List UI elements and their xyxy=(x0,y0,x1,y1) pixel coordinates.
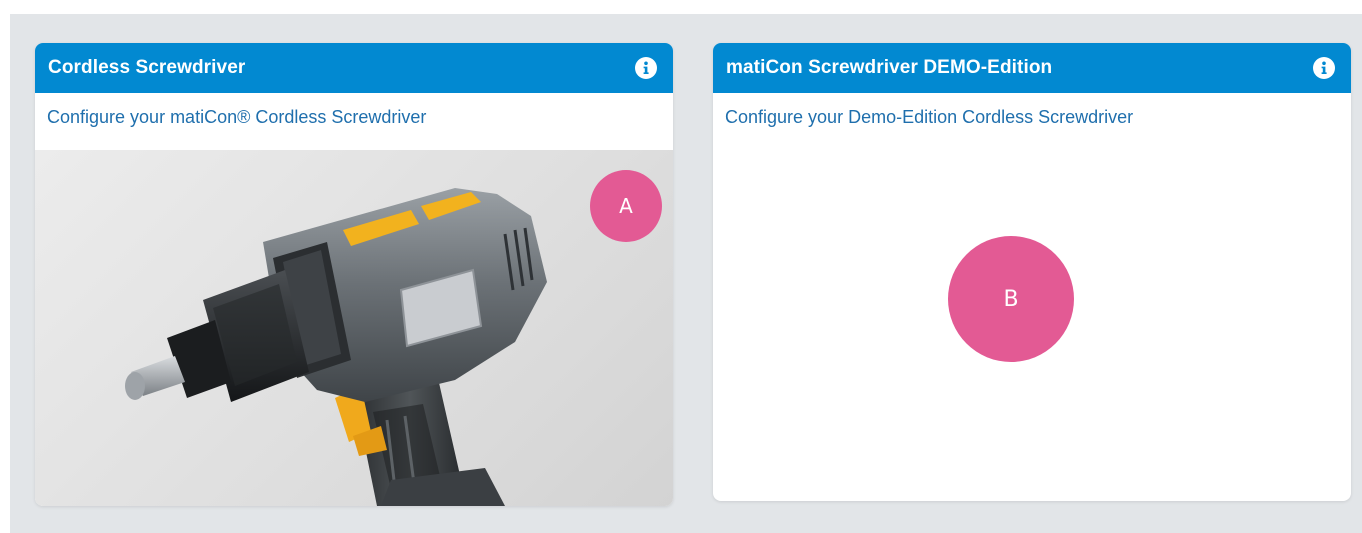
cordless-screwdriver-image xyxy=(35,150,673,506)
card-header: matiCon Screwdriver DEMO-Edition xyxy=(713,43,1351,93)
product-card-demo-edition[interactable]: matiCon Screwdriver DEMO-Edition Configu… xyxy=(713,43,1351,501)
card-subtitle: Configure your matiCon® Cordless Screwdr… xyxy=(47,107,427,127)
card-title: Cordless Screwdriver xyxy=(48,57,246,78)
badge-a: A xyxy=(590,170,662,242)
card-subtitle: Configure your Demo-Edition Cordless Scr… xyxy=(725,107,1134,127)
product-card-cordless-screwdriver[interactable]: Cordless Screwdriver Configure your mati… xyxy=(35,43,673,506)
card-title: matiCon Screwdriver DEMO-Edition xyxy=(726,57,1053,78)
info-icon[interactable] xyxy=(1313,57,1335,79)
card-header: Cordless Screwdriver xyxy=(35,43,673,93)
products-panel: Cordless Screwdriver Configure your mati… xyxy=(10,14,1362,533)
badge-b: B xyxy=(948,236,1074,362)
info-icon[interactable] xyxy=(635,57,657,79)
